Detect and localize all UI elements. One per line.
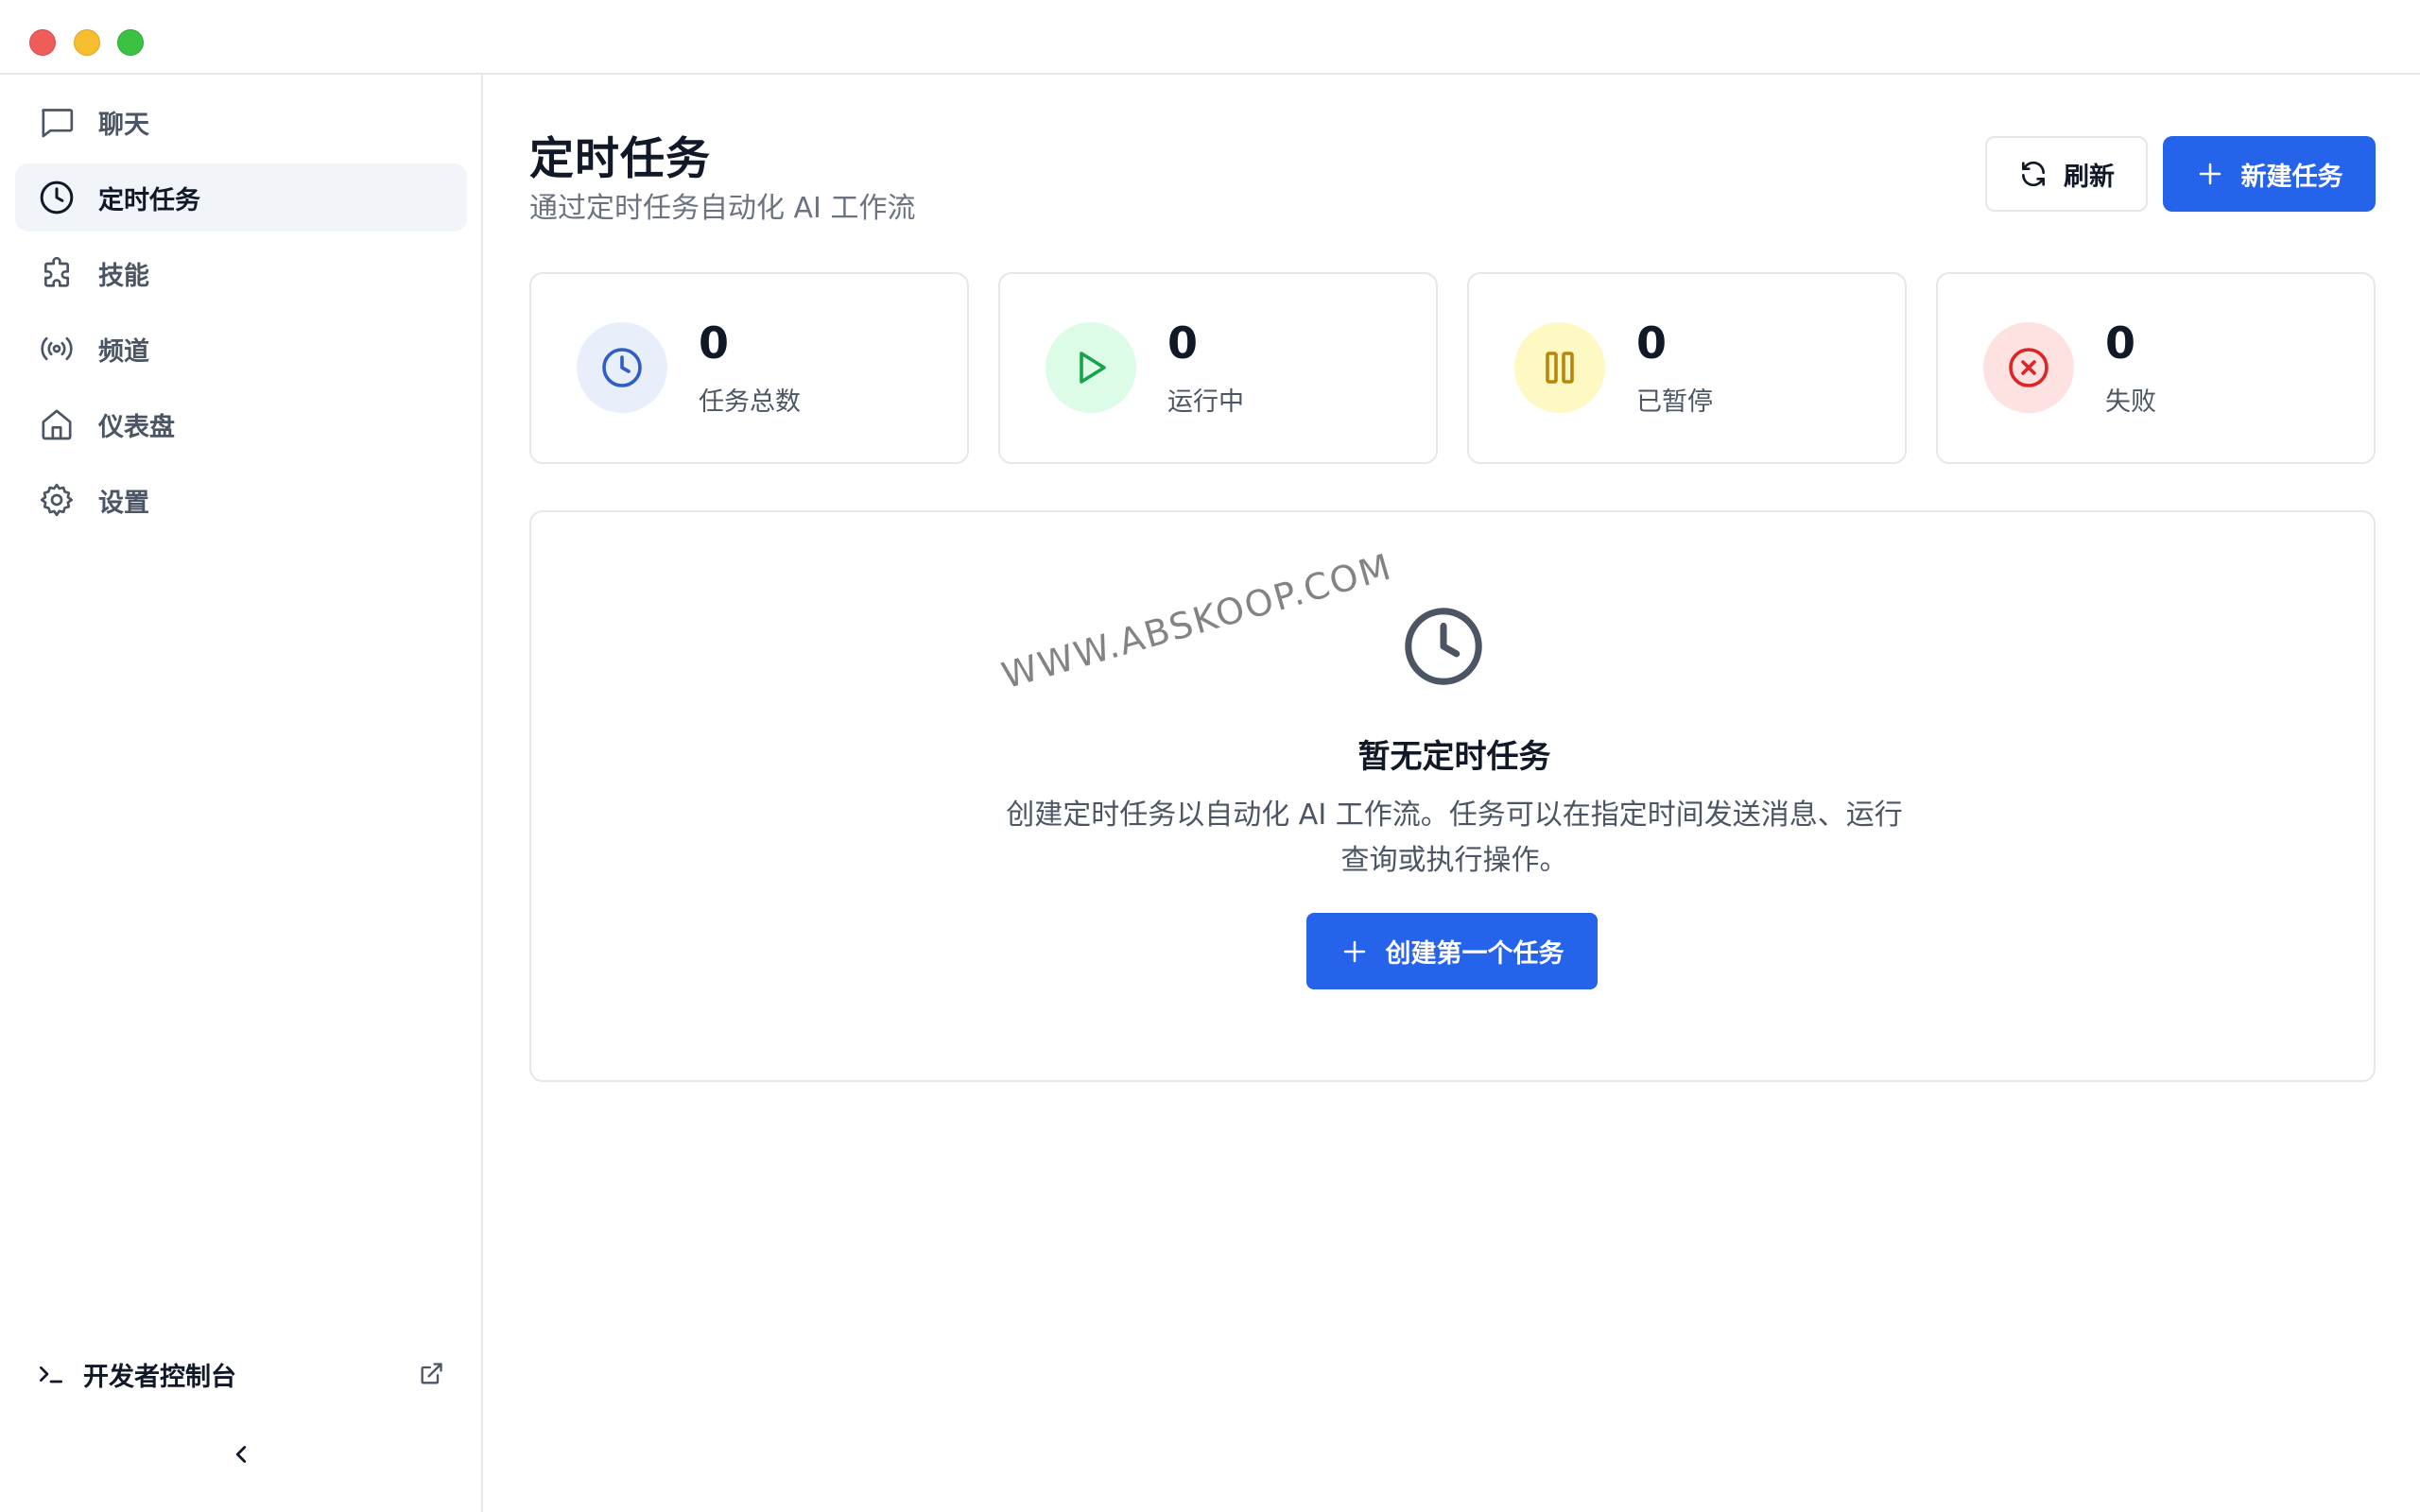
- sidebar-item-settings[interactable]: 设置: [15, 466, 467, 534]
- stat-label: 任务总数: [699, 387, 801, 417]
- collapse-sidebar-button[interactable]: [223, 1436, 259, 1472]
- main-content: 定时任务 通过定时任务自动化 AI 工作流 刷新 新建任务 0 任务总数 0 运…: [485, 75, 2420, 1512]
- empty-state-title: 暂无定时任务: [1357, 738, 1551, 776]
- clock-icon: [577, 322, 667, 413]
- plus-icon: [1340, 937, 1369, 966]
- sidebar-item-label: 聊天: [98, 110, 149, 140]
- title-bar: [0, 0, 2420, 75]
- stat-card-failed: 0 失败: [1936, 272, 2376, 464]
- home-icon: [38, 405, 76, 443]
- empty-state-panel: 暂无定时任务 创建定时任务以自动化 AI 工作流。任务可以在指定时间发送消息、运…: [529, 510, 2376, 1082]
- stat-card-running: 0 运行中: [998, 272, 1438, 464]
- stat-card-total: 0 任务总数: [529, 272, 969, 464]
- stat-card-paused: 0 已暂停: [1467, 272, 1907, 464]
- clock-icon: [1399, 602, 1488, 691]
- terminal-icon: [36, 1359, 66, 1389]
- create-first-task-label: 创建第一个任务: [1385, 939, 1564, 969]
- create-first-task-button[interactable]: 创建第一个任务: [1306, 913, 1598, 989]
- close-window-button[interactable]: [29, 29, 56, 56]
- page-subtitle: 通过定时任务自动化 AI 工作流: [529, 192, 916, 225]
- sidebar-item-label: 定时任务: [98, 185, 200, 215]
- stat-value: 0: [2105, 318, 2136, 369]
- pause-icon: [1514, 322, 1605, 413]
- sidebar: 聊天 定时任务 技能 频道 仪表盘 设置 开发者控制台: [0, 75, 483, 1512]
- stat-value: 0: [1636, 318, 1668, 369]
- puzzle-icon: [38, 254, 76, 292]
- external-link-icon: [418, 1361, 444, 1387]
- sidebar-item-label: 频道: [98, 336, 149, 367]
- new-task-label: 新建任务: [2240, 162, 2343, 192]
- sidebar-item-channels[interactable]: 频道: [15, 315, 467, 383]
- clock-icon: [38, 179, 76, 216]
- app-window: 聊天 定时任务 技能 频道 仪表盘 设置 开发者控制台 定时任务 通过定时任务自…: [0, 0, 2420, 1512]
- page-title: 定时任务: [529, 133, 711, 185]
- chat-icon: [38, 103, 76, 141]
- sidebar-item-label: 技能: [98, 261, 149, 291]
- plus-icon: [2196, 160, 2224, 188]
- zoom-window-button[interactable]: [117, 29, 144, 56]
- developer-console-link[interactable]: 开发者控制台: [15, 1340, 467, 1408]
- sidebar-item-chat[interactable]: 聊天: [15, 88, 467, 156]
- gear-icon: [38, 481, 76, 519]
- minimize-window-button[interactable]: [74, 29, 100, 56]
- stat-value: 0: [1167, 318, 1199, 369]
- refresh-icon: [2018, 159, 2048, 189]
- developer-console-label: 开发者控制台: [83, 1362, 236, 1392]
- sidebar-item-skills[interactable]: 技能: [15, 239, 467, 307]
- sidebar-item-label: 仪表盘: [98, 412, 175, 442]
- chevron-left-icon: [227, 1440, 255, 1469]
- stat-value: 0: [699, 318, 730, 369]
- sidebar-item-dashboard[interactable]: 仪表盘: [15, 390, 467, 458]
- stat-label: 运行中: [1167, 387, 1244, 417]
- stat-label: 已暂停: [1636, 387, 1713, 417]
- stat-label: 失败: [2105, 387, 2156, 417]
- empty-state-description: 创建定时任务以自动化 AI 工作流。任务可以在指定时间发送消息、运行查询或执行操…: [1006, 799, 1903, 877]
- radio-icon: [38, 330, 76, 368]
- x-circle-icon: [1983, 322, 2074, 413]
- sidebar-item-scheduled-tasks[interactable]: 定时任务: [15, 163, 467, 232]
- refresh-label: 刷新: [2064, 162, 2115, 192]
- sidebar-item-label: 设置: [98, 488, 149, 518]
- refresh-button[interactable]: 刷新: [1985, 136, 2148, 212]
- new-task-button[interactable]: 新建任务: [2163, 136, 2376, 212]
- play-icon: [1046, 322, 1136, 413]
